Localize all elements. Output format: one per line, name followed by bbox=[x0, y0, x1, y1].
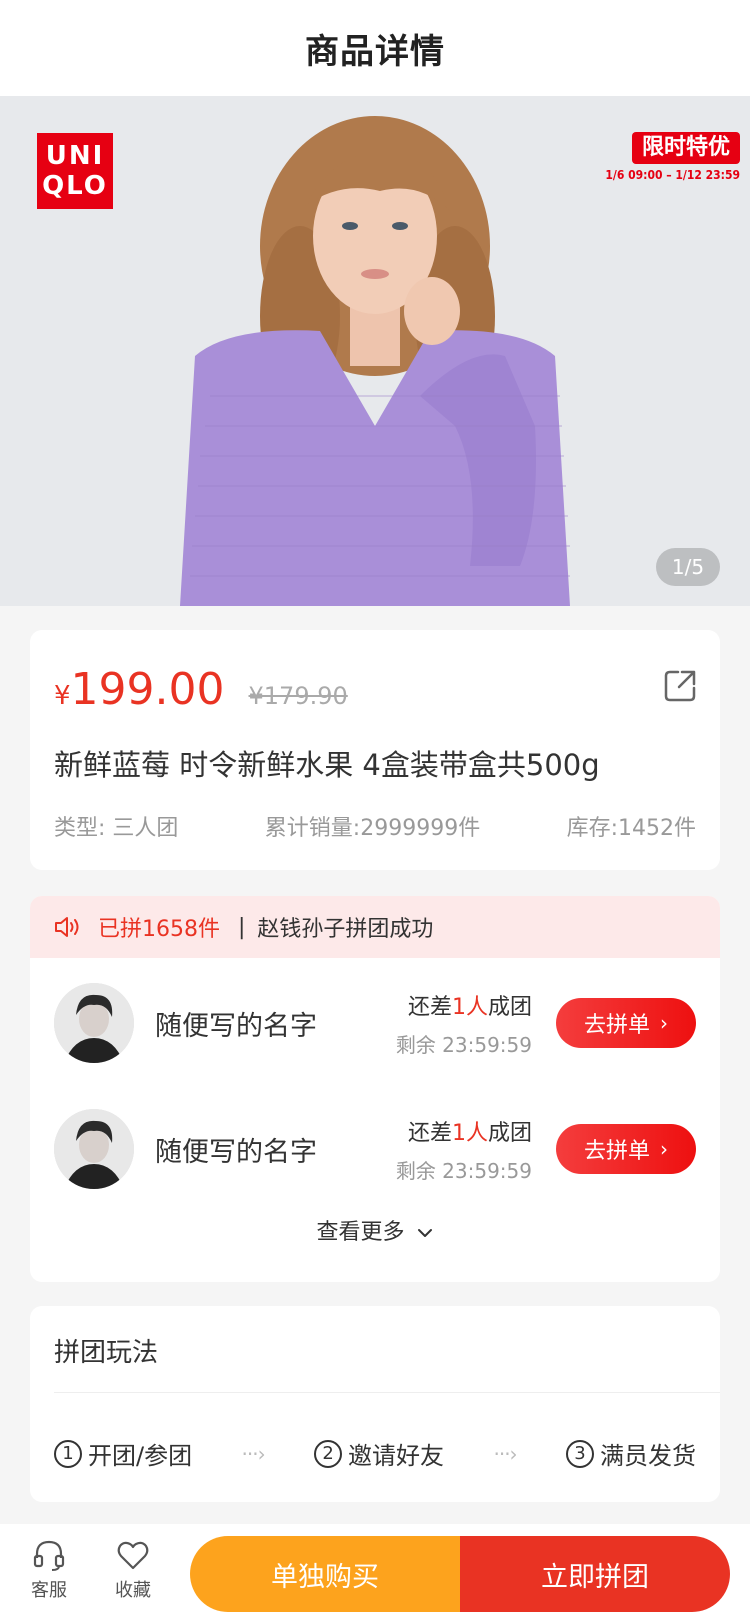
start-group-buy-button[interactable]: 立即拼团 bbox=[460, 1536, 730, 1612]
speaker-icon bbox=[55, 917, 79, 937]
avatar bbox=[54, 983, 134, 1063]
original-price: ¥179.90 bbox=[248, 682, 348, 710]
group-need: 还差1人成团 bbox=[396, 989, 532, 1021]
step-label: 邀请好友 bbox=[348, 1442, 445, 1470]
group-row: 随便写的名字 还差1人成团 剩余 23:59:59 去拼单 › bbox=[30, 958, 720, 1088]
need-prefix: 还差 bbox=[407, 1120, 452, 1146]
step-number: 2 bbox=[314, 1439, 343, 1468]
share-icon[interactable] bbox=[662, 668, 698, 704]
avatar bbox=[54, 1109, 134, 1189]
page-header: 商品详情 bbox=[0, 0, 750, 96]
group-leader-name: 随便写的名字 bbox=[155, 1010, 317, 1042]
see-more-link[interactable]: 查看更多 bbox=[30, 1214, 720, 1246]
group-buy-card: 已拼1658件 | 赵钱孙子拼团成功 随便写的名字 还差1人成团 剩余 23:5… bbox=[30, 896, 720, 1282]
step-open-join: 1 开团/参团 bbox=[54, 1436, 192, 1471]
customer-service-label: 客服 bbox=[31, 1580, 67, 1601]
brand-logo: UNI QLO bbox=[37, 133, 113, 209]
need-suffix: 成团 bbox=[487, 1120, 532, 1146]
page-title: 商品详情 bbox=[305, 31, 445, 72]
brand-logo-line1: UNI bbox=[45, 141, 105, 171]
divider bbox=[54, 1392, 720, 1393]
notice-text: 赵钱孙子拼团成功 bbox=[257, 917, 434, 942]
product-image-carousel[interactable]: UNI QLO 限时特优 1/6 09:00 – 1/12 23:59 1/5 bbox=[0, 96, 750, 606]
price-currency: ¥ bbox=[54, 681, 71, 711]
total-sales: 累计销量:2999999件 bbox=[264, 816, 481, 841]
price-row: ¥ 199.00 ¥179.90 bbox=[54, 664, 348, 715]
image-page-indicator: 1/5 bbox=[656, 548, 720, 586]
group-row: 随便写的名字 还差1人成团 剩余 23:59:59 去拼单 › bbox=[30, 1084, 720, 1214]
rules-steps: 1 开团/参团 ···› 2 邀请好友 ···› 3 满员发货 bbox=[54, 1436, 696, 1471]
chevron-right-icon: › bbox=[660, 1011, 668, 1035]
product-info-card: ¥ 199.00 ¥179.90 新鲜蓝莓 时令新鲜水果 4盒装带盒共500g … bbox=[30, 630, 720, 870]
group-type: 类型: 三人团 bbox=[54, 816, 179, 841]
headset-icon bbox=[33, 1540, 65, 1571]
remaining-time: 剩余 23:59:59 bbox=[395, 1158, 532, 1183]
step-ship: 3 满员发货 bbox=[566, 1436, 696, 1471]
need-suffix: 成团 bbox=[487, 994, 532, 1020]
purchase-buttons: 单独购买 立即拼团 bbox=[190, 1536, 730, 1612]
chevron-down-icon bbox=[417, 1229, 432, 1237]
bottom-action-bar: 客服 收藏 单独购买 立即拼团 bbox=[0, 1524, 750, 1624]
group-status: 还差1人成团 剩余 23:59:59 bbox=[396, 1115, 532, 1184]
promo-time: 1/6 09:00 – 1/12 23:59 bbox=[605, 168, 740, 182]
step-label: 开团/参团 bbox=[88, 1442, 193, 1470]
chevron-right-icon: › bbox=[660, 1137, 668, 1161]
group-need: 还差1人成团 bbox=[396, 1115, 532, 1147]
promo-badge-group: 限时特优 1/6 09:00 – 1/12 23:59 bbox=[605, 132, 740, 182]
group-rules-card: 拼团玩法 1 开团/参团 ···› 2 邀请好友 ···› 3 满员发货 bbox=[30, 1306, 720, 1502]
promo-badge: 限时特优 bbox=[631, 132, 740, 164]
brand-logo-line2: QLO bbox=[42, 171, 108, 201]
customer-service-button[interactable]: 客服 bbox=[14, 1538, 84, 1602]
rules-title: 拼团玩法 bbox=[54, 1338, 159, 1368]
dotted-arrow-icon: ···› bbox=[493, 1441, 517, 1466]
group-leader-name: 随便写的名字 bbox=[155, 1136, 317, 1168]
step-number: 1 bbox=[54, 1439, 82, 1468]
favorite-label: 收藏 bbox=[115, 1580, 151, 1601]
product-title: 新鲜蓝莓 时令新鲜水果 4盒装带盒共500g bbox=[54, 748, 600, 782]
product-meta: 类型: 三人团 累计销量:2999999件 库存:1452件 bbox=[54, 810, 696, 842]
need-prefix: 还差 bbox=[407, 994, 452, 1020]
group-notice: 已拼1658件 | 赵钱孙子拼团成功 bbox=[30, 896, 720, 958]
notice-count: 已拼1658件 bbox=[98, 917, 220, 942]
favorite-button[interactable]: 收藏 bbox=[98, 1538, 168, 1602]
join-group-button[interactable]: 去拼单 › bbox=[556, 1124, 696, 1174]
step-number: 3 bbox=[566, 1439, 594, 1468]
see-more-label: 查看更多 bbox=[316, 1220, 405, 1245]
stock: 库存:1452件 bbox=[566, 816, 696, 841]
buy-single-button[interactable]: 单独购买 bbox=[190, 1536, 460, 1612]
join-group-label: 去拼单 bbox=[583, 1013, 650, 1038]
notice-separator: | bbox=[238, 914, 246, 940]
heart-icon bbox=[117, 1541, 149, 1570]
group-status: 还差1人成团 剩余 23:59:59 bbox=[396, 989, 532, 1058]
step-invite: 2 邀请好友 bbox=[314, 1436, 444, 1471]
need-count: 1人 bbox=[451, 994, 488, 1020]
dotted-arrow-icon: ···› bbox=[241, 1441, 266, 1466]
price: 199.00 bbox=[70, 664, 225, 715]
remaining-time: 剩余 23:59:59 bbox=[395, 1032, 532, 1057]
step-label: 满员发货 bbox=[600, 1442, 696, 1470]
join-group-button[interactable]: 去拼单 › bbox=[556, 998, 696, 1048]
join-group-label: 去拼单 bbox=[583, 1139, 650, 1164]
need-count: 1人 bbox=[451, 1120, 488, 1146]
